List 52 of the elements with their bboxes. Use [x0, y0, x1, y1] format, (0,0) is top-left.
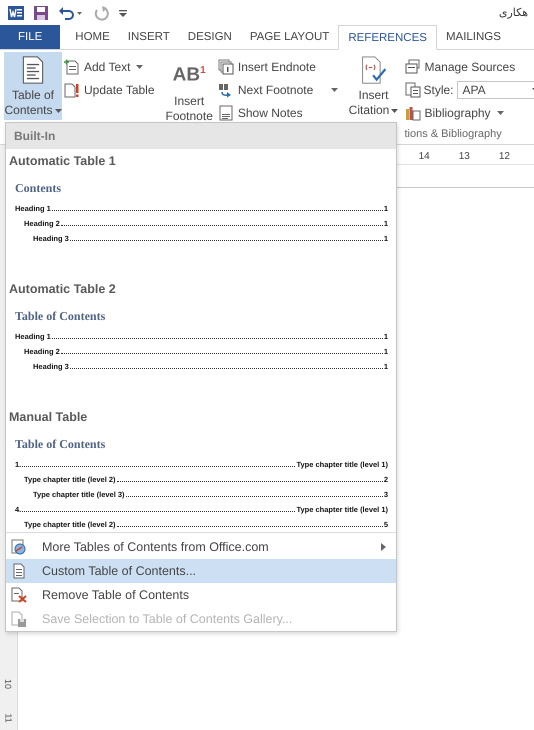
toc-heading: Contents — [15, 181, 62, 196]
toc-heading: Table of Contents — [15, 309, 106, 324]
ribbon-tab[interactable]: MAILINGS — [436, 25, 510, 49]
group-label: tions & Bibliography — [404, 128, 502, 140]
insert-footnote-button[interactable]: AB$^{1}$ Insert Footnote — [162, 52, 216, 120]
caret-icon — [496, 110, 504, 114]
table-of-contents-button[interactable]: Table of Contents — [4, 52, 62, 120]
globe-document-icon — [11, 539, 27, 555]
add-text-icon — [64, 58, 80, 74]
document-icon — [20, 56, 46, 84]
ribbon-tab[interactable]: DESIGN — [178, 25, 241, 49]
ruler-number: 11 — [4, 713, 14, 723]
style-icon — [404, 82, 420, 98]
footnote-glyph: AB$^{1}$ — [172, 63, 206, 88]
ruler-number: 12 — [498, 150, 510, 162]
save-icon[interactable] — [33, 4, 49, 20]
update-table-icon — [64, 82, 80, 98]
manage-sources-button[interactable]: Manage Sources — [402, 55, 534, 78]
ribbon-button[interactable]: Add Text — [62, 55, 156, 78]
ribbon-tab[interactable]: HOME — [66, 25, 119, 49]
gallery-item-title: Manual Table — [9, 409, 88, 424]
ribbon-button[interactable]: Insert Endnote — [216, 55, 340, 78]
save-document-icon — [11, 611, 27, 627]
ribbon-button[interactable]: Update Table — [62, 78, 156, 101]
window-title: هکاری — [498, 6, 528, 19]
endnote-icon — [218, 58, 234, 74]
ruler-number: 13 — [458, 150, 470, 162]
menu-item[interactable]: Remove Table of Contents — [6, 583, 396, 607]
style-label: Style: — [424, 82, 454, 96]
word-logo-icon — [8, 4, 24, 20]
ribbon-tab[interactable]: FILE — [0, 25, 60, 49]
toc-heading: Table of Contents — [15, 437, 106, 452]
ribbon-tab[interactable]: REFERENCES — [338, 25, 437, 50]
ribbon-tab[interactable]: PAGE LAYOUT — [240, 25, 338, 49]
books-icon — [404, 104, 420, 120]
gallery-item-title: Automatic Table 1 — [9, 153, 117, 168]
gallery-item-title: Automatic Table 2 — [9, 281, 117, 296]
document-icon — [11, 563, 27, 579]
remove-document-icon — [11, 587, 27, 603]
sources-icon — [404, 58, 420, 74]
undo-icon[interactable] — [58, 4, 84, 20]
ruler-number: 14 — [418, 150, 430, 162]
ruler-number: 10 — [4, 679, 14, 689]
style-dropdown[interactable]: APA — [456, 80, 534, 98]
bibliography-button[interactable]: Bibliography — [402, 101, 534, 124]
ribbon-tab[interactable]: INSERT — [118, 25, 179, 49]
insert-citation-button[interactable]: Insert Citation — [344, 52, 402, 120]
ribbon-button[interactable]: Next Footnote — [216, 78, 340, 101]
gallery-header: Built-In — [6, 123, 396, 149]
menu-item[interactable]: Custom Table of Contents... — [6, 559, 396, 583]
ribbon-button[interactable]: Show Notes — [216, 101, 340, 124]
menu-item[interactable]: More Tables of Contents from Office.com — [6, 535, 396, 559]
